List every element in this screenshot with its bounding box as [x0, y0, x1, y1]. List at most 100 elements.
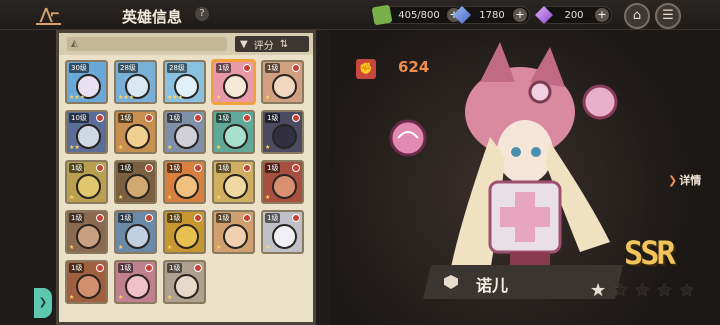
hero-stars: ★ — [216, 194, 222, 201]
faction-filter[interactable]: ◭ — [67, 37, 227, 51]
hero-card[interactable]: 1级 ★ — [65, 210, 108, 254]
hero-stars: ★ — [265, 244, 271, 251]
notification-badge — [96, 164, 104, 172]
hero-stars: ★ — [167, 144, 173, 151]
hero-portrait — [174, 274, 199, 299]
add-blue-crystal-button[interactable]: + — [513, 8, 527, 22]
logo-mark: ⋀⌐ — [36, 5, 62, 25]
hero-stars: ★ — [118, 294, 124, 301]
hero-card[interactable]: 28级 ★★★ — [114, 60, 157, 104]
star-icon: ★ — [656, 280, 673, 301]
hero-portrait — [125, 274, 150, 299]
hero-level: 1级 — [216, 213, 232, 223]
hero-card[interactable]: 1级 ★ — [163, 260, 206, 304]
hero-card[interactable]: 1级 ★ — [261, 160, 304, 204]
hero-stars: ★★★ — [118, 94, 135, 101]
notification-badge — [145, 264, 153, 272]
hero-level: 10级 — [69, 113, 89, 123]
hero-portrait — [125, 174, 150, 199]
hero-level: 1级 — [118, 113, 134, 123]
hero-level: 28级 — [167, 63, 187, 73]
hero-list-panel: ◭ ▼ 评分 ⇅ 30级 ★★★ 28级 ★★★ 28级 ★★★ 1级 ★ 1级 ★ 10级 ★★ 1级… — [56, 30, 316, 325]
filter-icon: ▼ — [240, 38, 248, 50]
detail-button[interactable]: 详情 — [668, 172, 701, 188]
hero-card[interactable]: 1级 ★ — [163, 160, 206, 204]
hero-card[interactable]: 1级 ★ — [163, 110, 206, 154]
stamina-icon — [371, 4, 393, 26]
hero-card[interactable]: 10级 ★★ — [65, 110, 108, 154]
home-button[interactable]: ⌂ — [624, 3, 650, 29]
hero-level: 1级 — [167, 113, 183, 123]
hero-level: 1级 — [118, 213, 134, 223]
hero-card[interactable]: 28级 ★★★ — [163, 60, 206, 104]
page-title: 英雄信息 — [122, 8, 183, 26]
menu-button[interactable]: ☰ — [655, 3, 681, 29]
hero-level: 1级 — [265, 163, 281, 173]
purple-crystal-icon — [535, 6, 553, 24]
hero-portrait — [125, 124, 150, 149]
hero-card[interactable]: 1级 ★ — [261, 110, 304, 154]
hero-portrait — [223, 224, 248, 249]
notification-badge — [194, 164, 202, 172]
hero-stars: ★ — [167, 194, 173, 201]
hero-portrait — [125, 224, 150, 249]
hero-card[interactable]: 1级 ★ — [212, 210, 255, 254]
hero-card[interactable]: 1级 ★ — [114, 260, 157, 304]
hero-portrait — [174, 174, 199, 199]
hero-portrait — [174, 124, 199, 149]
floating-orb-left — [389, 119, 427, 157]
hero-level: 1级 — [167, 263, 183, 273]
hero-card[interactable]: 30级 ★★★ — [65, 60, 108, 104]
notification-badge — [145, 114, 153, 122]
star-icon: ★ — [590, 280, 607, 301]
hero-portrait — [272, 124, 297, 149]
resource-purple-crystal: 200 + — [535, 6, 612, 24]
hero-illustration[interactable] — [420, 42, 620, 282]
floating-orb-right — [582, 84, 618, 120]
add-purple-crystal-button[interactable]: + — [595, 8, 609, 22]
star-icon: ★ — [678, 280, 695, 301]
hero-level: 28级 — [118, 63, 138, 73]
hero-card[interactable]: 1级 ★ — [114, 160, 157, 204]
notification-badge — [194, 264, 202, 272]
hero-stars: ★ — [216, 94, 222, 101]
help-icon[interactable]: ? — [195, 7, 209, 21]
hero-card[interactable]: 1级 ★ — [65, 260, 108, 304]
stamina-value: 405/800 — [398, 9, 440, 21]
menu-icon: ☰ — [662, 8, 674, 23]
side-expand-button[interactable]: ❯ — [34, 288, 52, 318]
hero-stars: ★ — [69, 244, 75, 251]
hero-card[interactable]: 1级 ★ — [261, 60, 304, 104]
hero-portrait — [223, 174, 248, 199]
hero-card[interactable]: 1级 ★ — [212, 60, 255, 104]
notification-badge — [96, 264, 104, 272]
hero-level: 1级 — [216, 63, 232, 73]
hero-stars: ★ — [69, 294, 75, 301]
hero-level: 1级 — [167, 213, 183, 223]
resource-stamina: 405/800 + — [371, 4, 464, 26]
sort-dropdown[interactable]: ▼ 评分 ⇅ — [235, 36, 309, 52]
hero-eye-left — [511, 147, 521, 157]
hero-stars: ★ — [118, 194, 124, 201]
hero-stars: ★ — [118, 244, 124, 251]
blue-crystal-value: 1780 — [479, 9, 505, 21]
hero-portrait — [76, 274, 101, 299]
sort-label: 评分 — [253, 40, 274, 52]
hero-card[interactable]: 1级 ★ — [212, 110, 255, 154]
hat-ear-right — [530, 47, 565, 87]
hero-card[interactable]: 1级 ★ — [212, 160, 255, 204]
hero-portrait — [76, 174, 101, 199]
hero-portrait — [174, 224, 199, 249]
hero-level: 1级 — [118, 263, 134, 273]
hero-card[interactable]: 1级 ★ — [114, 110, 157, 154]
hero-level: 1级 — [216, 163, 232, 173]
notification-badge — [96, 214, 104, 222]
hero-card[interactable]: 1级 ★ — [65, 160, 108, 204]
star-icon: ★ — [612, 280, 629, 301]
hero-card[interactable]: 1级 ★ — [114, 210, 157, 254]
hero-face — [497, 120, 553, 184]
hero-level: 1级 — [265, 113, 281, 123]
hero-portrait — [272, 174, 297, 199]
hero-card[interactable]: 1级 ★ — [261, 210, 304, 254]
hero-card[interactable]: 1级 ★ — [163, 210, 206, 254]
